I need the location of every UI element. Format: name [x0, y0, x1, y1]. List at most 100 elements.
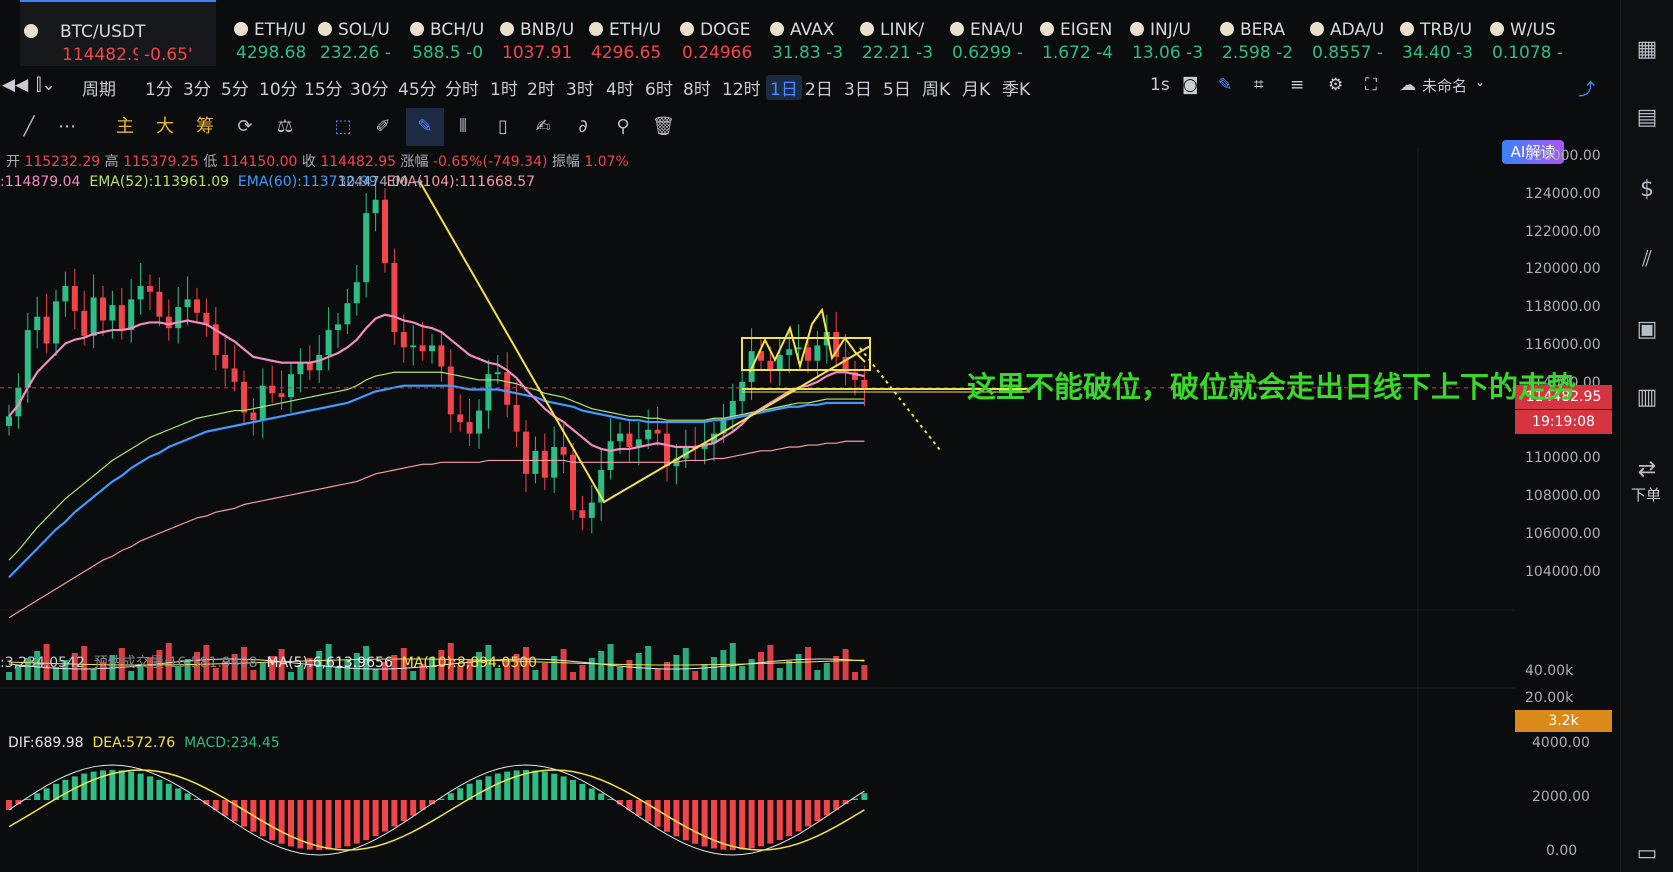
- period-option[interactable]: 1时: [490, 75, 518, 100]
- period-option[interactable]: 1日: [766, 75, 802, 100]
- monitor-icon[interactable]: ▣: [1633, 316, 1661, 344]
- chart-type-icon[interactable]: ⫿⌄: [36, 75, 56, 95]
- ticker-tab[interactable]: ETH/U 4298.68: [230, 0, 316, 64]
- fullscreen-icon[interactable]: ⛶: [1365, 75, 1377, 95]
- period-option[interactable]: 5日: [883, 75, 911, 100]
- macd-bar: [748, 800, 755, 849]
- price-chart[interactable]: 124474.00 →: [0, 148, 1515, 872]
- line-tool-icon[interactable]: ╱: [18, 116, 40, 138]
- macd-bar: [156, 779, 163, 800]
- period-option[interactable]: 周期: [82, 75, 116, 100]
- ticker-tab[interactable]: W/US 0.1078 -: [1486, 0, 1572, 64]
- tool-main[interactable]: 主: [114, 116, 136, 138]
- volume-bar: [805, 647, 811, 680]
- ticker-symbol: BERA: [1240, 20, 1286, 40]
- period-option[interactable]: 分时: [445, 75, 479, 100]
- period-option[interactable]: 2日: [805, 75, 833, 100]
- ticker-tab[interactable]: SOL/U 232.26 -: [314, 0, 400, 64]
- ticker-tab[interactable]: EIGEN 1.672 -4: [1036, 0, 1122, 64]
- period-option[interactable]: 3分: [183, 75, 211, 100]
- period-option[interactable]: 周K: [922, 75, 950, 100]
- tool-big[interactable]: 大: [154, 116, 176, 138]
- list-icon[interactable]: ≡: [1290, 75, 1304, 95]
- collapse-icon[interactable]: ◀◀: [2, 75, 28, 95]
- period-option[interactable]: 3日: [844, 75, 872, 100]
- candle-body: [175, 307, 182, 329]
- period-option[interactable]: 45分: [398, 75, 437, 100]
- period-option[interactable]: 10分: [259, 75, 298, 100]
- chevron-down-icon[interactable]: ⌄: [1475, 75, 1485, 89]
- ticker-symbol: EIGEN: [1060, 20, 1113, 40]
- ticker-tab[interactable]: TRB/U 34.40 -3: [1396, 0, 1482, 64]
- replay-icon[interactable]: ⟳: [234, 116, 256, 138]
- candle-body: [532, 450, 539, 474]
- candle-body: [222, 355, 229, 369]
- candle-body: [203, 312, 210, 325]
- candle-body: [588, 502, 595, 518]
- ticker-symbol: LINK/: [880, 20, 925, 40]
- ticker-tab[interactable]: LINK/22.21 -3: [856, 0, 942, 64]
- cloud-icon[interactable]: ☁: [1400, 75, 1416, 94]
- period-option[interactable]: 1分: [145, 75, 173, 100]
- ticker-price: 588.5 -0: [412, 43, 484, 63]
- period-option[interactable]: 5分: [221, 75, 249, 100]
- period-option[interactable]: 3时: [566, 75, 594, 100]
- more-icon[interactable]: ⋯: [56, 116, 78, 138]
- ticker-tab[interactable]: ENA/U 0.6299 -: [946, 0, 1032, 64]
- share-icon[interactable]: ⤴: [1578, 75, 1595, 100]
- exchange-icon[interactable]: ⇄: [1633, 456, 1661, 484]
- ticker-symbol: ENA/U: [970, 20, 1024, 40]
- order-label[interactable]: 下单: [1631, 484, 1661, 505]
- period-option[interactable]: 4时: [606, 75, 634, 100]
- document-icon[interactable]: ▤: [1633, 104, 1661, 132]
- ruler-icon[interactable]: ✐: [372, 116, 394, 138]
- volume-bar: [795, 654, 802, 680]
- grid-icon[interactable]: ▦: [1633, 36, 1661, 64]
- ticker-tab[interactable]: INJ/U 13.06 -3: [1126, 0, 1212, 64]
- period-option[interactable]: 月K: [962, 75, 990, 100]
- ticker-symbol: BTC/USDT: [60, 22, 146, 42]
- tool-chips[interactable]: 筹: [194, 116, 216, 138]
- period-option[interactable]: 8时: [683, 75, 711, 100]
- trash-icon[interactable]: 🗑: [652, 116, 675, 138]
- macd-bar: [137, 773, 144, 800]
- calendar-icon[interactable]: ▥: [1633, 384, 1661, 412]
- ticker-tab[interactable]: BNB/U 1037.91: [496, 0, 582, 64]
- crop-icon[interactable]: ⌗: [1254, 75, 1264, 95]
- period-option[interactable]: 15分: [304, 75, 343, 100]
- macd-bar: [701, 800, 708, 847]
- ticker-tab[interactable]: ADA/U 0.8557 -: [1306, 0, 1392, 64]
- candles-icon[interactable]: ⫴: [452, 116, 474, 138]
- ticker-tab[interactable]: BCH/U 588.5 -0: [406, 0, 492, 64]
- ticker-tab[interactable]: ETH/U 4296.65: [585, 0, 671, 64]
- more-rail-icon[interactable]: ▭: [1633, 840, 1661, 868]
- camera-icon[interactable]: ◙: [1182, 75, 1199, 95]
- ticker-price: 0.24966: [682, 43, 753, 63]
- draw-pen-icon[interactable]: ✎: [406, 108, 444, 146]
- pen-icon[interactable]: ✎: [1218, 75, 1232, 95]
- ticker-tab[interactable]: BTC/USDT 114482.95 -0.65': [20, 0, 216, 66]
- select-tool-icon[interactable]: ⬚: [332, 116, 354, 138]
- ticker-tab[interactable]: DOGE 0.24966: [676, 0, 762, 64]
- filter-icon[interactable]: ⚲: [612, 116, 634, 138]
- magnet-icon[interactable]: ∂: [572, 116, 594, 138]
- coin-icon: [318, 22, 332, 36]
- period-option[interactable]: 6时: [645, 75, 673, 100]
- ticker-tab[interactable]: AVAX 31.83 -3: [766, 0, 852, 64]
- compare-icon[interactable]: ⚖: [274, 116, 296, 138]
- chart-up-icon[interactable]: ⫽: [1633, 246, 1661, 274]
- period-option[interactable]: 季K: [1002, 75, 1030, 100]
- period-option[interactable]: 2时: [527, 75, 555, 100]
- layout-name[interactable]: 未命名: [1422, 75, 1467, 96]
- volume-bar: [814, 670, 821, 680]
- macd-bar: [372, 800, 379, 837]
- settings-icon[interactable]: ⚙: [1328, 75, 1343, 95]
- period-option[interactable]: 12时: [722, 75, 761, 100]
- ticker-price: 0.8557 -: [1312, 43, 1384, 63]
- dollar-icon[interactable]: $: [1633, 176, 1661, 204]
- clipboard-icon[interactable]: ▯: [492, 116, 514, 138]
- edit-icon[interactable]: ✍: [532, 116, 554, 138]
- period-option[interactable]: 30分: [350, 75, 389, 100]
- interval-label[interactable]: 1s: [1150, 75, 1170, 95]
- ticker-tab[interactable]: BERA 2.598 -2: [1216, 0, 1302, 64]
